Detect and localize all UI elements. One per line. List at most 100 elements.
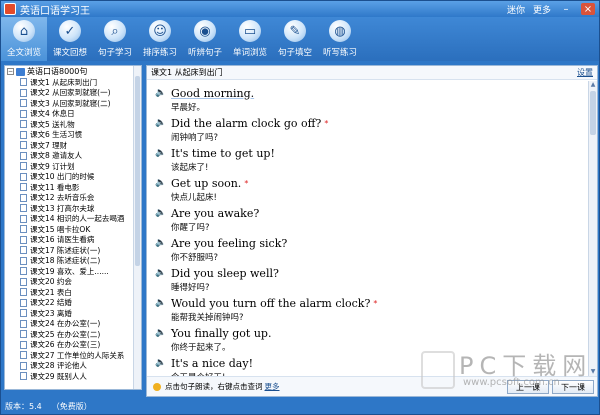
tree-lesson-label: 课文13 打高尔夫球 [30, 203, 95, 213]
tree-lesson-item[interactable]: 课文22 结婚 [5, 298, 141, 309]
sentence-english[interactable]: Did the alarm clock go off? [171, 117, 321, 130]
tool-fill-blank[interactable]: ✎ 句子填空 [273, 17, 317, 61]
tree-lesson-item[interactable]: 课文16 请医生看病 [5, 235, 141, 246]
sentence-english[interactable]: Good morning. [171, 87, 254, 100]
tool-dictation[interactable]: ◍ 听写练习 [318, 17, 362, 61]
tree-scrollbar[interactable] [133, 66, 141, 389]
tree-lesson-item[interactable]: 课文17 陈述症状(一) [5, 245, 141, 256]
tool-recall[interactable]: ✓ 课文回想 [48, 17, 92, 61]
speaker-icon[interactable]: 🔈 [155, 118, 166, 128]
speaker-icon[interactable]: 🔈 [155, 88, 166, 98]
speaker-icon[interactable]: 🔈 [155, 238, 166, 248]
sentence-item[interactable]: 🔈 Did the alarm clock go off? * 闹钟响了吗? [155, 115, 589, 144]
tool-order-practice[interactable]: ☺ 排序练习 [138, 17, 182, 61]
tree-lesson-item[interactable]: 课文1 从起床到出门 [5, 77, 141, 88]
tree-lesson-item[interactable]: 课文19 喜欢、爱上...... [5, 266, 141, 277]
tree-lesson-item[interactable]: 课文11 看电影 [5, 182, 141, 193]
tool-full-text[interactable]: ⌂ 全文浏览 [1, 17, 47, 61]
toolbar: ⌂ 全文浏览 ✓ 课文回想 ⌕ 句子学习 ☺ 排序练习 ◉ 听辨句子 ▭ 单词浏… [1, 17, 599, 61]
sentence-chinese: 早晨好。 [171, 103, 206, 113]
document-icon [20, 277, 27, 286]
book-icon [16, 67, 25, 76]
speaker-icon[interactable]: 🔈 [155, 208, 166, 218]
tree-lesson-item[interactable]: 课文6 生活习惯 [5, 130, 141, 141]
tree-root[interactable]: − 英语口语8000句 [5, 66, 141, 77]
main-scroll-thumb[interactable] [590, 91, 596, 135]
tree-lesson-item[interactable]: 课文24 在办公室(一) [5, 319, 141, 330]
mini-link[interactable]: 迷你 [507, 3, 525, 16]
scroll-down-icon[interactable]: ▼ [589, 368, 597, 376]
sentence-item[interactable]: 🔈 It's time to get up! 该起床了! [155, 145, 589, 174]
sentence-item[interactable]: 🔈 Good morning. 早晨好。 [155, 85, 589, 114]
speaker-icon[interactable]: 🔈 [155, 298, 166, 308]
sentence-english[interactable]: Are you awake? [171, 207, 259, 220]
main-footer: 点击句子朗读，右键点击查词 更多 上一课 下一课 [147, 376, 597, 396]
document-icon [20, 351, 27, 360]
tree-lesson-item[interactable]: 课文8 邀请友人 [5, 151, 141, 162]
speaker-icon[interactable]: 🔈 [155, 148, 166, 158]
tool-word-browse[interactable]: ▭ 单词浏览 [228, 17, 272, 61]
tree-lesson-item[interactable]: 课文20 约会 [5, 277, 141, 288]
prev-lesson-button[interactable]: 上一课 [507, 380, 549, 394]
tool-listen-sentence[interactable]: ◉ 听辨句子 [183, 17, 227, 61]
tree-lesson-item[interactable]: 课文27 工作单位的人际关系 [5, 350, 141, 361]
swirl-icon: ◉ [194, 20, 216, 42]
sentence-english[interactable]: It's time to get up! [171, 147, 275, 160]
tree-lesson-item[interactable]: 课文4 休息日 [5, 109, 141, 120]
speaker-icon[interactable]: 🔈 [155, 178, 166, 188]
tree-lesson-item[interactable]: 课文15 唱卡拉OK [5, 224, 141, 235]
sentence-english[interactable]: It's a nice day! [171, 357, 253, 370]
tree-lesson-item[interactable]: 课文2 从回家到就寝(一) [5, 88, 141, 99]
sentence-item[interactable]: 🔈It's a nice day!今天是个好天! [155, 355, 589, 377]
sentence-item[interactable]: 🔈 Are you feeling sick? 你不舒服吗? [155, 235, 589, 264]
collapse-icon[interactable]: − [7, 68, 14, 75]
tool-sentence-study[interactable]: ⌕ 句子学习 [93, 17, 137, 61]
sentence-english[interactable]: Did you sleep well? [171, 267, 279, 280]
tree-lesson-label: 课文15 唱卡拉OK [30, 224, 91, 234]
speaker-icon[interactable]: 🔈 [155, 328, 166, 338]
speaker-icon[interactable]: 🔈 [155, 268, 166, 278]
sentence-chinese: 你醒了吗? [171, 223, 210, 233]
document-icon [20, 319, 27, 328]
tree-lesson-item[interactable]: 课文7 理财 [5, 140, 141, 151]
sentence-english[interactable]: Get up soon. [171, 177, 241, 190]
tree-lesson-item[interactable]: 课文29 既别人人 [5, 371, 141, 382]
sentence-english[interactable]: Would you turn off the alarm clock? [171, 297, 370, 310]
sentence-chinese: 快点儿起床! [171, 193, 217, 203]
tree-lesson-item[interactable]: 课文25 在办公室(二) [5, 329, 141, 340]
close-icon[interactable]: × [581, 3, 595, 15]
status-bar: 版本：5.4 （免费版） [1, 399, 599, 414]
sentence-item[interactable]: 🔈 Are you awake? 你醒了吗? [155, 205, 589, 234]
hint-more-link[interactable]: 更多 [265, 381, 280, 392]
tree-lesson-item[interactable]: 课文13 打高尔夫球 [5, 203, 141, 214]
tree-lesson-item[interactable]: 课文12 去听音乐会 [5, 193, 141, 204]
tree-lesson-item[interactable]: 课文21 表白 [5, 287, 141, 298]
tree-lesson-item[interactable]: 课文26 在办公室(三) [5, 340, 141, 351]
tree-lesson-item[interactable]: 课文5 送礼物 [5, 119, 141, 130]
tree-lesson-item[interactable]: 课文9 订计划 [5, 161, 141, 172]
sentence-item[interactable]: 🔈 Get up soon. * 快点儿起床! [155, 175, 589, 204]
scroll-up-icon[interactable]: ▲ [589, 81, 597, 89]
tree-lesson-label: 课文10 出门的时候 [30, 172, 95, 182]
sentence-item[interactable]: 🔈 You finally got up. 你终于起来了。 [155, 325, 589, 354]
tree-lesson-item[interactable]: 课文18 陈述症状(二) [5, 256, 141, 267]
sentence-item[interactable]: 🔈 Did you sleep well? 睡得好吗? [155, 265, 589, 294]
tree-lesson-item[interactable]: 课文3 从回家到就寝(二) [5, 98, 141, 109]
tool-label: 句子学习 [97, 48, 132, 58]
minimize-icon[interactable]: – [559, 3, 573, 15]
speaker-icon[interactable]: 🔈 [155, 358, 166, 368]
tree-lesson-item[interactable]: 课文28 评论他人 [5, 361, 141, 372]
document-icon [20, 130, 27, 139]
sentence-english[interactable]: You finally got up. [171, 327, 271, 340]
tree-lesson-label: 课文24 在办公室(一) [30, 319, 101, 329]
sentence-english[interactable]: Are you feeling sick? [171, 237, 287, 250]
tree-lesson-item[interactable]: 课文23 离婚 [5, 308, 141, 319]
next-lesson-button[interactable]: 下一课 [552, 380, 594, 394]
more-link[interactable]: 更多 [533, 3, 551, 16]
tree-scroll-thumb[interactable] [135, 76, 140, 266]
sentence-item[interactable]: 🔈 Would you turn off the alarm clock? * 能帮我… [155, 295, 589, 324]
tree-lesson-item[interactable]: 课文10 出门的时候 [5, 172, 141, 183]
settings-link[interactable]: 设置 [577, 67, 593, 78]
tree-lesson-item[interactable]: 课文14 相识的人一起去喝酒 [5, 214, 141, 225]
main-scrollbar[interactable]: ▲ ▼ [588, 81, 597, 376]
